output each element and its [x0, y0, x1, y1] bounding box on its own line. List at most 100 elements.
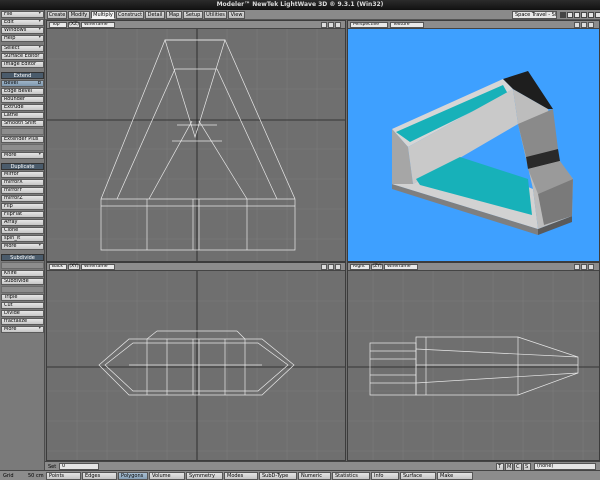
- windows-menu[interactable]: Windows: [1, 27, 44, 34]
- zoom-view-icon[interactable]: [328, 264, 334, 270]
- select-menu[interactable]: Select: [1, 45, 44, 52]
- numeric-button[interactable]: Numeric: [298, 472, 331, 480]
- move-view-icon[interactable]: [574, 264, 580, 270]
- maximize-view-icon[interactable]: [588, 264, 594, 270]
- tab-view[interactable]: View: [228, 11, 245, 19]
- edges-mode-button[interactable]: Edges: [82, 472, 117, 480]
- subd-type-button[interactable]: SubD-Type: [259, 472, 297, 480]
- view-type-select[interactable]: Back: [49, 264, 67, 270]
- view-type-select[interactable]: Perspective: [350, 22, 388, 28]
- subdivide-more-button[interactable]: More: [1, 326, 44, 333]
- lathe-button[interactable]: Lathe: [1, 112, 44, 119]
- volume-button[interactable]: Volume: [149, 472, 185, 480]
- layer-button[interactable]: [574, 12, 580, 18]
- clone-button[interactable]: Clone: [1, 227, 44, 234]
- ship-wireframe-right: [369, 336, 579, 396]
- layer-button[interactable]: [588, 12, 594, 18]
- render-mode-select[interactable]: Wireframe: [384, 264, 418, 270]
- layer-button[interactable]: [581, 12, 587, 18]
- maximize-view-icon[interactable]: [588, 22, 594, 28]
- move-view-icon[interactable]: [321, 264, 327, 270]
- polygons-mode-button[interactable]: Polygons: [118, 472, 148, 480]
- knife-button[interactable]: Knife: [1, 270, 44, 277]
- viewport-canvas[interactable]: [47, 29, 345, 261]
- symmetry-button[interactable]: Symmetry: [186, 472, 223, 480]
- extend-header: Extend: [1, 72, 44, 79]
- extender-plus-button[interactable]: Extender Plus: [1, 136, 44, 143]
- tab-create[interactable]: Create: [47, 11, 67, 19]
- surface-editor-button[interactable]: Surface Editor: [1, 53, 44, 60]
- morph-select[interactable]: (none): [534, 463, 596, 470]
- tab-utilities[interactable]: Utilities: [204, 11, 227, 19]
- zoom-view-icon[interactable]: [581, 264, 587, 270]
- mirror-x-button[interactable]: mirrorX: [1, 179, 44, 186]
- viewport-canvas[interactable]: [348, 29, 599, 261]
- duplicate-more-button[interactable]: More: [1, 243, 44, 250]
- status-bar: Set 0 T M C S (none): [45, 461, 600, 471]
- render-mode-select[interactable]: Texture: [390, 22, 424, 28]
- view-type-select[interactable]: Right: [350, 264, 370, 270]
- mode-bar: Grid 50 cm Points Edges Polygons Volume …: [0, 470, 600, 480]
- triple-button[interactable]: Triple: [1, 294, 44, 301]
- flipflat-button[interactable]: FlipFlat: [1, 211, 44, 218]
- layer-button[interactable]: [560, 12, 566, 18]
- render-mode-select[interactable]: Wireframe: [81, 264, 115, 270]
- view-axes-label: (ZY): [371, 264, 383, 270]
- bevel-shortcut: b: [37, 80, 41, 86]
- viewport-header: Perspective Texture: [348, 21, 599, 29]
- viewport-canvas[interactable]: [348, 271, 599, 460]
- flip-button[interactable]: Flip: [1, 203, 44, 210]
- viewport-canvas[interactable]: [47, 271, 345, 460]
- view-axes-label: (XY): [68, 264, 80, 270]
- tab-setup[interactable]: Setup: [183, 11, 203, 19]
- layer-button[interactable]: [567, 12, 573, 18]
- make-button[interactable]: Make: [437, 472, 473, 480]
- edge-bevel-button[interactable]: Edge Bevel: [1, 88, 44, 95]
- image-editor-button[interactable]: Image Editor: [1, 61, 44, 68]
- bevel-button[interactable]: Bevel b: [1, 80, 44, 87]
- subdivide-button[interactable]: Subdivide: [1, 278, 44, 285]
- spin-it-button[interactable]: spin_it: [1, 235, 44, 242]
- maximize-view-icon[interactable]: [335, 264, 341, 270]
- tab-multiply[interactable]: Multiply: [91, 11, 115, 19]
- mirror-z-button[interactable]: mirrorZ: [1, 195, 44, 202]
- modeler-window: Modeler™ NewTek LightWave 3D ® 9.3.1 (Wi…: [0, 0, 600, 480]
- fractalize-button[interactable]: fractalize: [1, 318, 44, 325]
- tab-modify[interactable]: Modify: [68, 11, 90, 19]
- statistics-button[interactable]: Statistics: [332, 472, 370, 480]
- extend-more-button[interactable]: More: [1, 152, 44, 159]
- cut-button[interactable]: Cut: [1, 302, 44, 309]
- layer-button[interactable]: [595, 12, 600, 18]
- surface-button[interactable]: Surface: [400, 472, 436, 480]
- smooth-shift-button[interactable]: Smooth Shift: [1, 120, 44, 127]
- render-mode-select[interactable]: Wireframe: [81, 22, 115, 28]
- zoom-view-icon[interactable]: [581, 22, 587, 28]
- info-button[interactable]: Info: [371, 472, 399, 480]
- divide-button[interactable]: Divide: [1, 310, 44, 317]
- tab-construct[interactable]: Construct: [116, 11, 144, 19]
- mirror-y-button[interactable]: mirrorY: [1, 187, 44, 194]
- tab-map[interactable]: Map: [166, 11, 182, 19]
- zoom-view-icon[interactable]: [328, 22, 334, 28]
- points-mode-button[interactable]: Points: [46, 472, 81, 480]
- ship-wireframe-top: [100, 39, 296, 251]
- move-view-icon[interactable]: [574, 22, 580, 28]
- viewport-back[interactable]: Back (XY) Wireframe: [46, 262, 346, 461]
- extrude-button[interactable]: Extrude: [1, 104, 44, 111]
- mirror-button[interactable]: Mirror: [1, 171, 44, 178]
- viewport-perspective[interactable]: Perspective Texture: [347, 20, 600, 262]
- set-value-field[interactable]: 0: [59, 463, 99, 470]
- viewport-top[interactable]: Top (XZ) Wireframe: [46, 20, 346, 262]
- modes-button[interactable]: Modes: [224, 472, 258, 480]
- maximize-view-icon[interactable]: [335, 22, 341, 28]
- tab-detail[interactable]: Detail: [145, 11, 165, 19]
- rounder-button[interactable]: Rounder: [1, 96, 44, 103]
- help-menu[interactable]: Help: [1, 35, 44, 42]
- object-select[interactable]: Space Travel - Ship: [512, 11, 557, 19]
- edit-menu[interactable]: Edit: [1, 19, 44, 26]
- file-menu[interactable]: File: [1, 11, 44, 18]
- viewport-right[interactable]: Right (ZY) Wireframe: [347, 262, 600, 461]
- array-button[interactable]: Array: [1, 219, 44, 226]
- view-type-select[interactable]: Top: [49, 22, 67, 28]
- move-view-icon[interactable]: [321, 22, 327, 28]
